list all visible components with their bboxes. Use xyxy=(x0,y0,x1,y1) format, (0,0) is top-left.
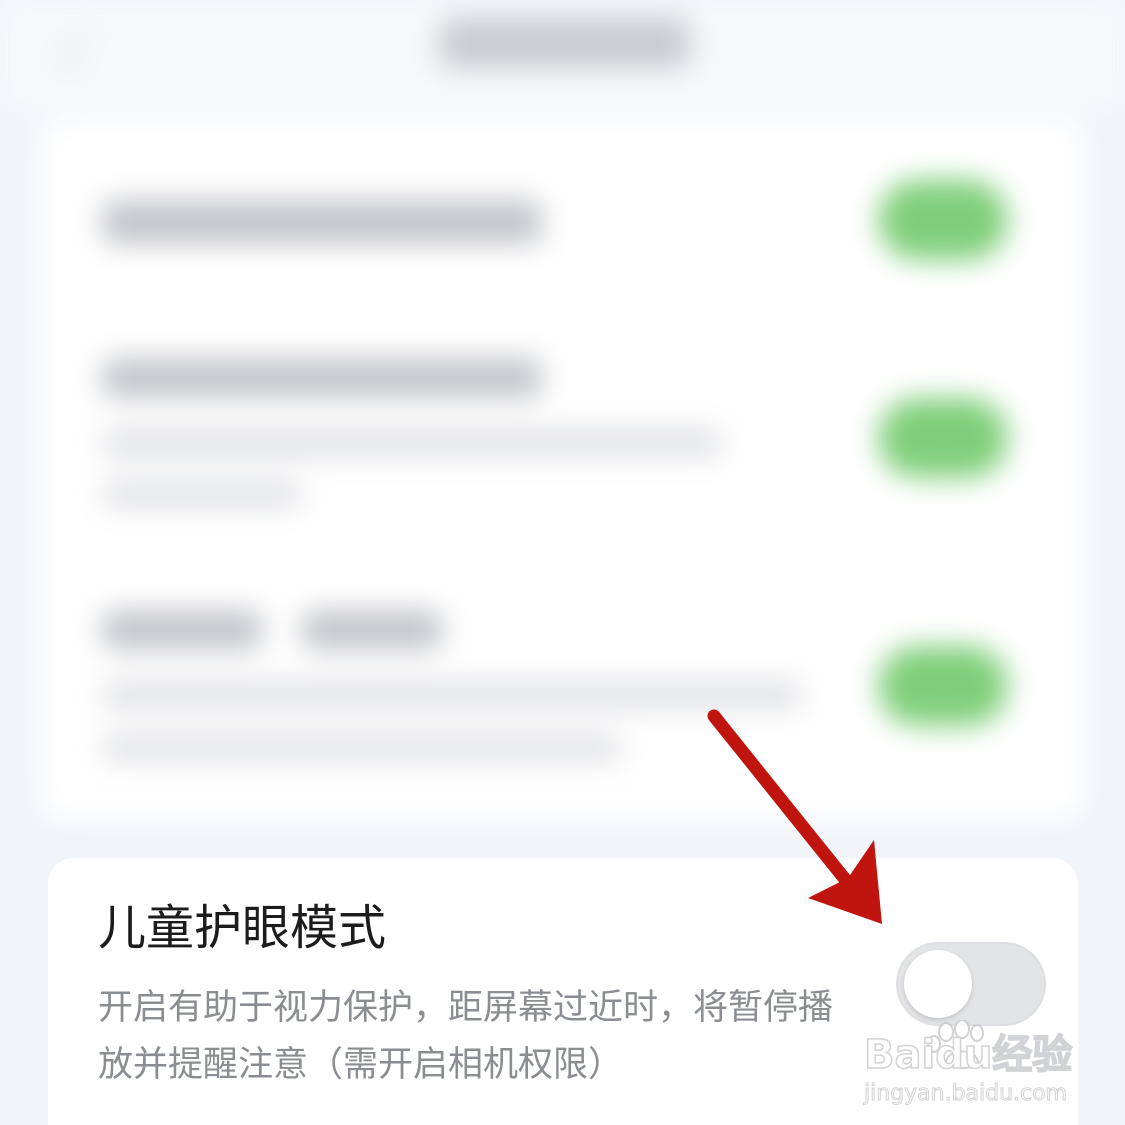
blurred-toggle-on-1[interactable] xyxy=(878,180,1008,260)
blurred-row-desc xyxy=(102,734,622,762)
blurred-setting-row-3[interactable] xyxy=(40,580,1085,800)
blurred-setting-row-1[interactable] xyxy=(40,120,1085,320)
blurred-row-desc xyxy=(102,680,802,710)
baidu-paw-logo-icon: Baidu经验 jingyan.baidu.com xyxy=(863,1020,1073,1107)
page-title-placeholder xyxy=(440,18,690,68)
child-eye-protection-toggle[interactable] xyxy=(896,942,1046,1026)
watermark-url-text: jingyan.baidu.com xyxy=(863,1081,1067,1106)
blurred-row-title xyxy=(302,610,442,650)
blurred-toggle-on-2[interactable] xyxy=(878,398,1008,478)
blurred-row-title xyxy=(102,358,542,398)
settings-screen: 儿童护眼模式 开启有助于视力保护，距屏幕过近时，将暂停播放并提醒注意（需开启相机… xyxy=(0,0,1125,1125)
blurred-toggle-on-3[interactable] xyxy=(878,646,1008,726)
top-navigation-bar xyxy=(0,0,1125,110)
setting-title: 儿童护眼模式 xyxy=(98,900,387,956)
watermark-brand-text: Baidu经验 xyxy=(864,1032,1072,1078)
back-arrow-icon[interactable] xyxy=(57,24,111,78)
setting-description: 开启有助于视力保护，距屏幕过近时，将暂停播放并提醒注意（需开启相机权限） xyxy=(98,988,834,1085)
settings-card-blurred xyxy=(40,120,1085,820)
toggle-knob xyxy=(904,950,972,1018)
blurred-row-title xyxy=(102,610,262,650)
blurred-row-desc xyxy=(102,480,302,508)
blurred-row-title xyxy=(102,200,542,244)
baidu-jingyan-watermark: Baidu经验 jingyan.baidu.com xyxy=(860,1020,1110,1110)
blurred-row-desc xyxy=(102,428,722,458)
blurred-setting-row-2[interactable] xyxy=(40,330,1085,550)
